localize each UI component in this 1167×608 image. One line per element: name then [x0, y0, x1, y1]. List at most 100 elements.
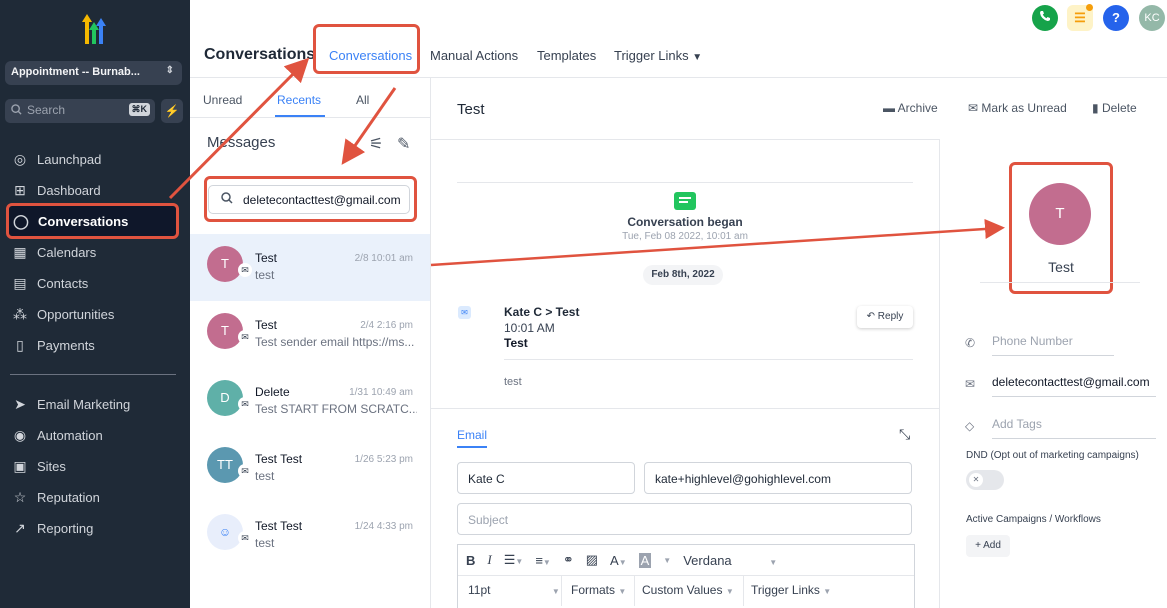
search-icon: [221, 192, 233, 207]
message-time: 10:01 AM: [504, 321, 555, 335]
contact-email-field[interactable]: deletecontacttest@gmail.com: [992, 375, 1156, 397]
from-email-field[interactable]: kate+highlevel@gohighlevel.com: [644, 462, 912, 494]
list-item[interactable]: D ✉ Delete 1/31 10:49 am Test START FROM…: [190, 368, 430, 435]
sidebar-item-dashboard[interactable]: ⊞ Dashboard: [8, 175, 178, 205]
conversation-name: Delete: [255, 385, 290, 399]
thread-divider: [457, 182, 913, 183]
list-item[interactable]: ☺ ✉ Test Test 1/24 4:33 pm test: [190, 502, 430, 569]
location-label: Appointment -- Burnab...: [11, 66, 140, 78]
add-campaign-button[interactable]: + Add: [966, 535, 1010, 557]
font-family-select[interactable]: Verdana ▼: [683, 553, 777, 568]
search-value: deletecontacttest@gmail.com: [243, 193, 401, 207]
list-tab-recents[interactable]: Recents: [277, 93, 321, 107]
sidebar-item-automation[interactable]: ◉ Automation: [8, 420, 178, 450]
list-item[interactable]: T ✉ Test 2/4 2:16 pm Test sender email h…: [190, 301, 430, 368]
sidebar-item-contacts[interactable]: ▤ Contacts: [8, 268, 178, 298]
text-color-icon[interactable]: A▼: [610, 553, 627, 568]
delete-button[interactable]: ▮ Delete: [1092, 101, 1137, 115]
sidebar: Appointment -- Burnab... ⇕ Search ⌘K ⚡ ◎…: [0, 0, 190, 608]
collapse-icon[interactable]: ⤡: [899, 426, 910, 443]
phone-number-input[interactable]: Phone Number: [992, 334, 1114, 356]
campaigns-label: Active Campaigns / Workflows: [966, 514, 1101, 525]
editor-toolbar: B I ☰▼ ≡▼ ⚭ ▨ A▼ A ▼ Verdana ▼ 11pt ▼ Fo…: [457, 544, 915, 608]
tab-label: Trigger Links: [614, 48, 689, 63]
image-icon[interactable]: ▨: [586, 552, 598, 568]
envelope-icon: ✉: [968, 101, 979, 115]
search-placeholder: Search: [27, 103, 66, 117]
avatar: T: [207, 246, 243, 282]
app-logo-icon[interactable]: [76, 12, 112, 48]
search-shortcut-badge: ⌘K: [128, 103, 150, 116]
font-size-select[interactable]: 11pt ▼: [468, 583, 560, 597]
subject-input[interactable]: Subject: [457, 503, 912, 535]
sidebar-item-launchpad[interactable]: ◎ Launchpad: [8, 144, 178, 174]
date-separator-pill: Feb 8th, 2022: [643, 265, 723, 285]
reply-label: Reply: [877, 311, 904, 322]
sidebar-item-email-marketing[interactable]: ➤ Email Marketing: [8, 389, 178, 419]
compose-icon[interactable]: ✎: [397, 134, 410, 154]
phone-icon[interactable]: [1032, 5, 1058, 31]
quick-action-bolt-icon[interactable]: ⚡: [161, 99, 183, 123]
trigger-links-label: Trigger Links: [751, 583, 820, 597]
conversation-date: 1/24 4:33 pm: [354, 521, 413, 532]
folder-icon: ▬: [883, 101, 895, 115]
page-title: Conversations: [204, 46, 316, 63]
conversation-preview: Test START FROM SCRATC...: [255, 402, 417, 416]
archive-button[interactable]: ▬ Archive: [883, 101, 938, 115]
mark-unread-button[interactable]: ✉ Mark as Unread: [968, 101, 1067, 115]
bullet-list-icon[interactable]: ☰▼: [504, 552, 524, 568]
sidebar-item-label: Sites: [37, 458, 66, 474]
conversation-name: Test: [255, 318, 278, 332]
conversation-title: Test: [457, 101, 485, 118]
toolbar-divider: [634, 576, 635, 606]
action-label: Mark as Unread: [981, 101, 1067, 115]
location-select[interactable]: Appointment -- Burnab... ⇕: [5, 61, 182, 85]
numbered-list-icon[interactable]: ≡▼: [535, 553, 551, 568]
dnd-toggle[interactable]: ✕: [966, 470, 1004, 490]
help-icon[interactable]: ?: [1103, 5, 1129, 31]
sidebar-item-calendars[interactable]: ▦ Calendars: [8, 237, 178, 267]
sidebar-item-sites[interactable]: ▣ Sites: [8, 451, 178, 481]
tab-manual-actions[interactable]: Manual Actions: [430, 48, 518, 63]
calendar-icon: ▦: [13, 243, 27, 260]
tabs-divider: [190, 117, 431, 118]
sidebar-search-input[interactable]: Search ⌘K: [5, 99, 155, 123]
sidebar-item-reporting[interactable]: ↗ Reporting: [8, 513, 178, 543]
trigger-links-select[interactable]: Trigger Links ▼: [751, 583, 831, 597]
tags-input[interactable]: Add Tags: [992, 417, 1156, 439]
sidebar-item-payments[interactable]: ▯ Payments: [8, 330, 178, 360]
highlight-color-icon[interactable]: A: [638, 552, 652, 568]
conversation-list-panel: Unread Recents All Messages ⚟ ✎ deleteco…: [190, 78, 431, 608]
sidebar-item-opportunities[interactable]: ⁂ Opportunities: [8, 299, 178, 329]
toolbar-row: 11pt ▼ Formats ▼ Custom Values ▼ Trigger…: [458, 575, 914, 606]
annotation-highlight-box: [313, 24, 420, 74]
conversation-search-input[interactable]: deletecontacttest@gmail.com: [208, 185, 410, 214]
mail-icon: ✉: [238, 397, 252, 411]
list-tab-unread[interactable]: Unread: [203, 93, 242, 107]
formats-label: Formats: [571, 583, 616, 597]
list-tab-all[interactable]: All: [356, 93, 369, 107]
list-item[interactable]: TT ✉ Test Test 1/26 5:23 pm test: [190, 435, 430, 502]
italic-icon[interactable]: I: [487, 552, 491, 568]
reply-button[interactable]: ↶ Reply: [857, 306, 913, 328]
sidebar-item-conversations[interactable]: ◯ Conversations: [6, 203, 179, 239]
formats-select[interactable]: Formats ▼: [571, 583, 626, 597]
link-icon[interactable]: ⚭: [563, 552, 574, 568]
custom-values-select[interactable]: Custom Values ▼: [642, 583, 734, 597]
grid-icon: ⊞: [14, 181, 26, 198]
contact-avatar[interactable]: T: [1029, 183, 1091, 245]
filter-sliders-icon[interactable]: ⚟: [369, 134, 383, 154]
automation-icon: ◉: [13, 426, 27, 443]
chevron-down-icon: ▼: [769, 557, 778, 567]
sidebar-item-reputation[interactable]: ☆ Reputation: [8, 482, 178, 512]
from-name-field[interactable]: Kate C: [457, 462, 635, 494]
sidebar-item-label: Contacts: [37, 275, 89, 291]
conversation-header: Test ▬ Archive ✉ Mark as Unread ▮ Delete: [431, 78, 1167, 140]
bold-icon[interactable]: B: [466, 553, 475, 568]
tab-templates[interactable]: Templates: [537, 48, 596, 63]
sidebar-item-label: Payments: [37, 337, 95, 353]
tab-trigger-links[interactable]: Trigger Links ▼: [614, 48, 702, 63]
user-avatar[interactable]: KC: [1139, 5, 1165, 31]
composer-tab-email[interactable]: Email: [457, 428, 487, 442]
list-item[interactable]: T ✉ Test 2/8 10:01 am test: [190, 234, 430, 301]
